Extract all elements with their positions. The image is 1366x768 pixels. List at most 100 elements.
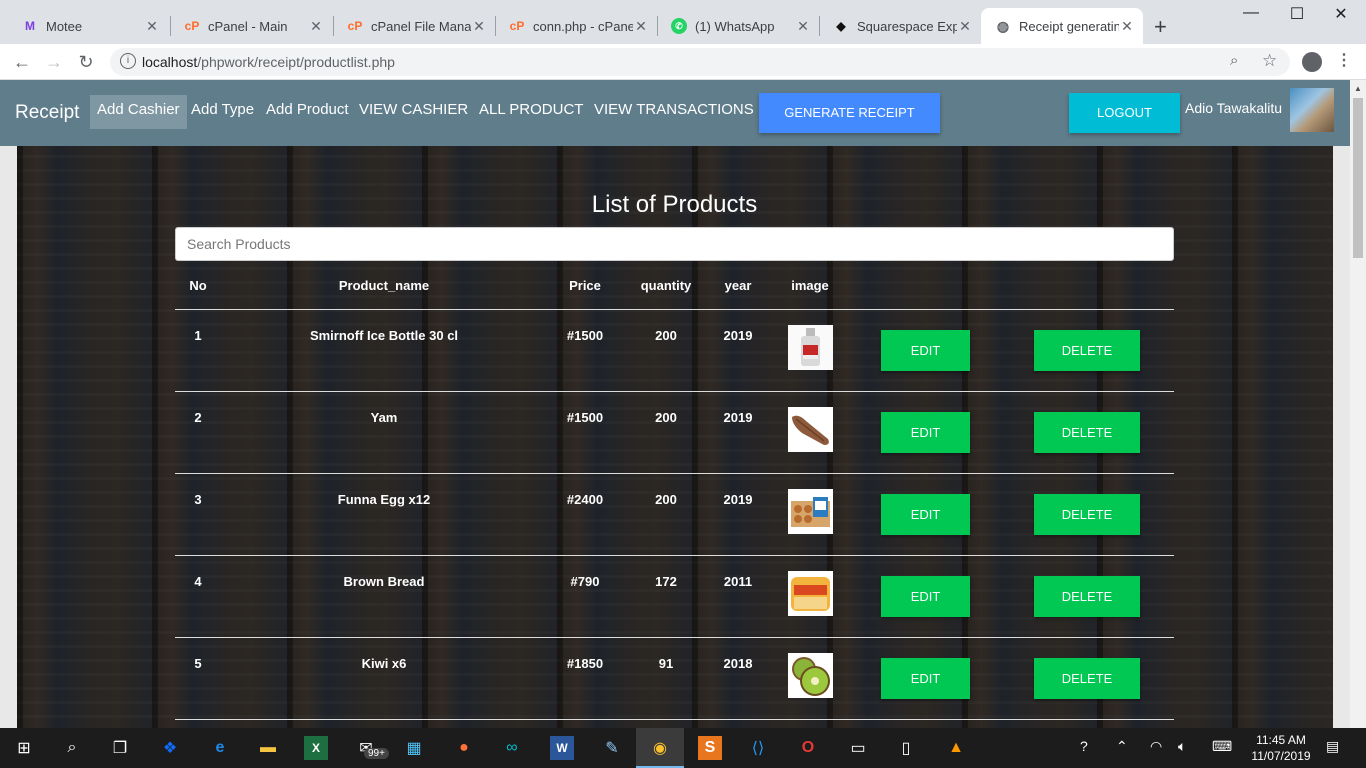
row-year: 2019: [723, 410, 753, 425]
file-explorer-icon[interactable]: ▬: [256, 736, 280, 760]
col-header-image: image: [791, 278, 829, 293]
tab-motee[interactable]: M Motee ✕: [8, 8, 168, 44]
nav-add-cashier[interactable]: Add Cashier: [90, 95, 187, 129]
menu-dots-icon[interactable]: ⋮: [1336, 50, 1352, 70]
col-header-year: year: [724, 278, 752, 293]
brand-logo[interactable]: Receipt: [15, 102, 79, 124]
nav-view-transactions[interactable]: VIEW TRANSACTIONS: [587, 95, 761, 129]
edit-button[interactable]: EDIT: [881, 412, 970, 453]
edit-button[interactable]: EDIT: [881, 658, 970, 699]
scrollbar-thumb[interactable]: [1353, 98, 1363, 258]
search-icon[interactable]: ⌕: [60, 736, 84, 760]
notifications-icon[interactable]: ▤: [1326, 738, 1339, 755]
url-text[interactable]: localhost/phpwork/receipt/productlist.ph…: [142, 54, 395, 70]
vlc-icon[interactable]: ▲: [944, 736, 968, 760]
firefox-icon[interactable]: ●: [452, 736, 476, 760]
arduino-icon[interactable]: ∞: [500, 736, 524, 760]
close-icon[interactable]: ✕: [144, 18, 160, 35]
cpanel-icon: cP: [184, 19, 200, 33]
terminal-icon[interactable]: ▭: [846, 736, 870, 760]
search-input[interactable]: [175, 227, 1174, 261]
forward-arrow-icon[interactable]: →: [42, 50, 66, 74]
avatar[interactable]: [1290, 88, 1334, 132]
squarespace-icon: ◆: [836, 19, 846, 33]
tab-title: Motee: [46, 18, 83, 34]
row-no: 3: [194, 492, 202, 507]
edit-button[interactable]: EDIT: [881, 494, 970, 535]
row-quantity: 91: [658, 656, 674, 671]
nav-view-cashier[interactable]: VIEW CASHIER: [352, 95, 475, 129]
close-icon[interactable]: ✕: [633, 18, 649, 35]
product-image: [788, 407, 833, 452]
tab-squarespace[interactable]: ◆ Squarespace Experience ✕: [819, 8, 981, 44]
page-title: List of Products: [591, 191, 758, 218]
close-icon[interactable]: ✕: [795, 18, 811, 35]
reload-icon[interactable]: ↻: [74, 50, 98, 74]
tab-title: cPanel File Manager: [371, 18, 471, 34]
chrome-icon[interactable]: ◉: [648, 736, 672, 760]
logout-button[interactable]: LOGOUT: [1069, 93, 1180, 133]
tab-conn-php[interactable]: cP conn.php - cPanel ✕: [495, 8, 657, 44]
table-row: 2 Yam #1500 200 2019 EDIT DELETE: [175, 392, 1174, 474]
maximize-button[interactable]: ☐: [1274, 4, 1320, 24]
bookmark-star-icon[interactable]: ☆: [1262, 51, 1277, 71]
tab-cpanel-file-manager[interactable]: cP cPanel File Manager ✕: [333, 8, 495, 44]
windows-start-icon[interactable]: ⊞: [12, 736, 36, 760]
close-icon[interactable]: ✕: [308, 18, 324, 35]
dropbox-icon[interactable]: ❖: [158, 736, 182, 760]
delete-button[interactable]: DELETE: [1034, 412, 1140, 453]
keyboard-icon[interactable]: ⌨: [1212, 738, 1232, 755]
row-no: 4: [194, 574, 202, 589]
chevron-up-icon[interactable]: ⌃: [1116, 738, 1128, 755]
col-header-quantity: quantity: [640, 278, 692, 293]
profile-icon[interactable]: [1302, 52, 1322, 72]
nav-all-product[interactable]: ALL PRODUCT: [472, 95, 590, 129]
info-icon[interactable]: i: [120, 53, 136, 69]
minimize-button[interactable]: —: [1228, 4, 1274, 22]
opera-icon[interactable]: O: [796, 736, 820, 760]
notepad-icon[interactable]: ▯: [894, 736, 918, 760]
word-icon[interactable]: W: [550, 736, 574, 760]
delete-button[interactable]: DELETE: [1034, 576, 1140, 617]
quill-icon[interactable]: ✎: [600, 736, 624, 760]
close-icon[interactable]: ✕: [471, 18, 487, 35]
clock-date: 11/07/2019: [1251, 749, 1311, 763]
excel-icon[interactable]: X: [304, 736, 328, 760]
store-icon[interactable]: ▦: [402, 736, 426, 760]
help-icon[interactable]: ?: [1080, 738, 1088, 754]
delete-button[interactable]: DELETE: [1034, 658, 1140, 699]
edit-button[interactable]: EDIT: [881, 330, 970, 371]
sublime-icon[interactable]: S: [698, 736, 722, 760]
tab-receipt-generating[interactable]: ◍ Receipt generating ✕: [981, 8, 1143, 44]
tab-title: Squarespace Experience: [857, 18, 957, 34]
nav-add-type[interactable]: Add Type: [184, 95, 261, 129]
row-quantity: 172: [655, 574, 677, 589]
close-window-button[interactable]: ✕: [1318, 4, 1364, 24]
address-bar[interactable]: i localhost/phpwork/receipt/productlist.…: [110, 48, 1290, 76]
close-icon[interactable]: ✕: [1119, 18, 1135, 35]
tab-cpanel-main[interactable]: cP cPanel - Main ✕: [170, 8, 332, 44]
task-view-icon[interactable]: ❐: [108, 736, 132, 760]
vscode-icon[interactable]: ⟨⟩: [746, 736, 770, 760]
new-tab-button[interactable]: +: [1154, 14, 1167, 40]
back-arrow-icon[interactable]: ←: [10, 50, 34, 74]
scroll-up-icon[interactable]: ▲: [1354, 84, 1362, 93]
delete-button[interactable]: DELETE: [1034, 330, 1140, 371]
edge-icon[interactable]: e: [208, 736, 232, 760]
tab-whatsapp[interactable]: ✆ (1) WhatsApp ✕: [657, 8, 819, 44]
wifi-icon[interactable]: ◠: [1150, 738, 1162, 755]
page-scrollbar[interactable]: ▲: [1350, 80, 1366, 728]
clock[interactable]: 11:45 AM 11/07/2019: [1246, 732, 1316, 764]
product-image: [788, 571, 833, 616]
generate-receipt-button[interactable]: GENERATE RECEIPT: [759, 93, 940, 133]
row-quantity: 200: [655, 492, 677, 507]
edit-button[interactable]: EDIT: [881, 576, 970, 617]
row-product-name: Kiwi x6: [361, 656, 407, 671]
motee-icon: M: [25, 19, 35, 33]
cpanel-icon: cP: [509, 19, 525, 33]
close-icon[interactable]: ✕: [957, 18, 973, 35]
nav-add-product[interactable]: Add Product: [259, 95, 356, 129]
volume-icon[interactable]: 🔈︎: [1178, 738, 1186, 755]
delete-button[interactable]: DELETE: [1034, 494, 1140, 535]
zoom-icon[interactable]: ⌕: [1230, 52, 1238, 69]
